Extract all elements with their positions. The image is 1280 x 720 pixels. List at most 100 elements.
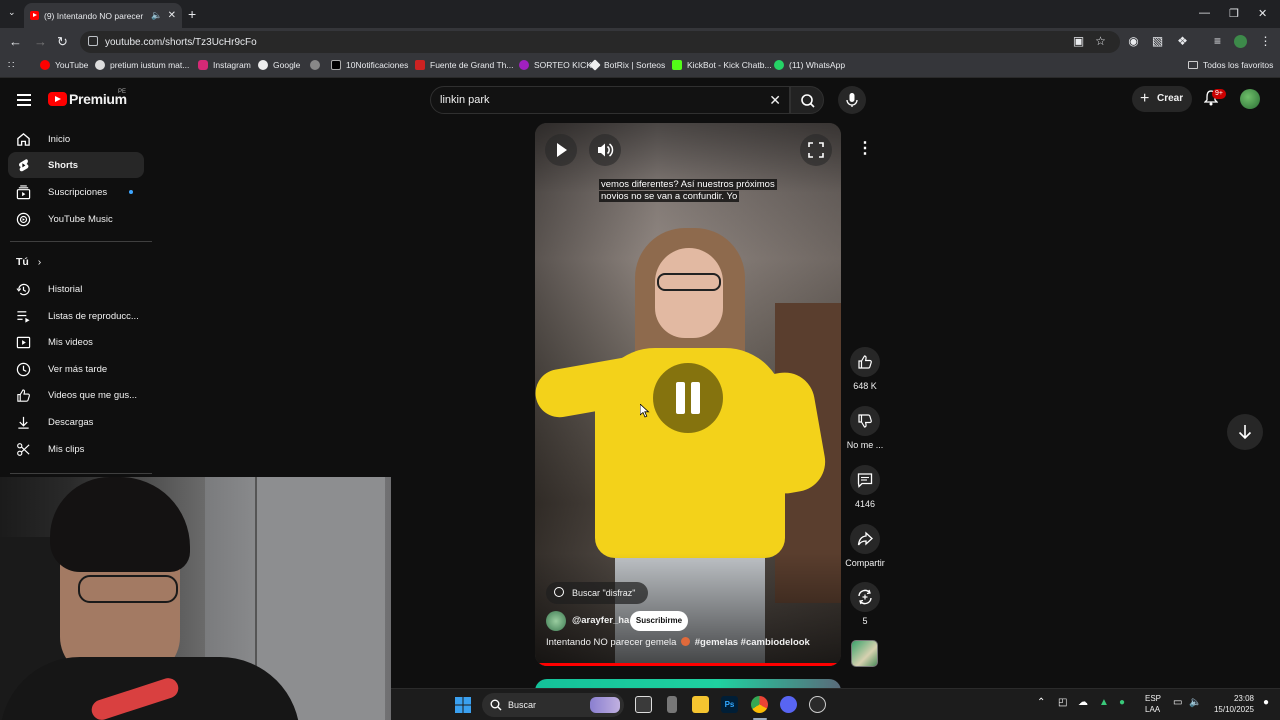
windows-start-icon[interactable] <box>455 697 471 713</box>
bookmark-youtube[interactable]: YouTube <box>40 60 88 70</box>
tray-green-icon[interactable]: ● <box>1119 697 1125 708</box>
photoshop-icon[interactable]: Ps <box>721 696 738 713</box>
all-bookmarks[interactable]: Todos los favoritos <box>1188 60 1273 70</box>
caption-line-1: vemos diferentes? Así nuestros próximos <box>599 179 777 190</box>
more-options-icon[interactable]: ⋮ <box>852 136 878 162</box>
fullscreen-button[interactable] <box>800 134 832 166</box>
speaker-icon[interactable]: 🔈 <box>1189 697 1201 708</box>
browser-tab-active[interactable]: (9) Intentando NO parecer gemela 🔈 ✕ <box>24 3 182 28</box>
tab-search-chevron-icon[interactable]: ⌄ <box>8 7 16 18</box>
sidebar-item-mis-videos[interactable]: Mis videos <box>8 329 144 355</box>
task-view-icon[interactable] <box>635 696 652 713</box>
taskbar-clock[interactable]: 23:08 15/10/2025 <box>1208 693 1254 715</box>
extension-2-icon[interactable]: ▧ <box>1151 35 1164 48</box>
apps-grid-icon[interactable]: ∷ <box>8 60 14 71</box>
reload-icon[interactable]: ↻ <box>57 34 68 50</box>
chrome-icon[interactable] <box>751 696 768 713</box>
voice-search-button[interactable] <box>838 86 866 114</box>
bookmark-globe[interactable] <box>310 60 325 70</box>
caption-line-2: novios no se van a confundir. Yo <box>599 191 740 202</box>
channel-avatar[interactable] <box>546 611 566 631</box>
bookmark-pretium[interactable]: pretium iustum mat... <box>95 60 189 70</box>
chrome-menu-icon[interactable]: ⋮ <box>1259 35 1272 48</box>
sidebar-item-mis-clips[interactable]: Mis clips <box>8 436 144 462</box>
play-button[interactable] <box>545 134 577 166</box>
new-tab-button[interactable]: + <box>188 6 196 22</box>
dislike-button[interactable]: No me ... <box>844 406 886 450</box>
video-hashtags[interactable]: #gemelas #cambiodelook <box>695 637 810 648</box>
comments-button[interactable]: 4146 <box>844 465 886 509</box>
volume-button[interactable] <box>589 134 621 166</box>
forward-icon[interactable]: → <box>34 34 47 49</box>
next-short-button[interactable] <box>1227 414 1263 450</box>
tray-shield-icon[interactable]: ▲ <box>1099 697 1109 708</box>
subscribe-button[interactable]: Suscribirme <box>630 611 688 631</box>
obs-icon[interactable] <box>809 696 826 713</box>
you-section-heading[interactable]: Tú › <box>16 256 41 268</box>
clear-search-icon[interactable]: ✕ <box>769 87 781 113</box>
x-icon <box>331 60 341 70</box>
window-close-icon[interactable]: ✕ <box>1258 7 1267 20</box>
channel-name[interactable]: @arayfer_ha <box>572 615 629 626</box>
search-button[interactable] <box>790 86 824 114</box>
like-button[interactable]: 648 K <box>844 347 886 391</box>
install-app-icon[interactable]: ▣ <box>1072 35 1085 48</box>
restore-icon[interactable]: ❐ <box>1229 7 1239 20</box>
media-controls-icon[interactable]: ≡ <box>1211 35 1224 48</box>
sidebar-item-suscripciones[interactable]: Suscripciones <box>8 179 144 205</box>
bookmark-botrix[interactable]: BotRix | Sorteos <box>589 59 665 71</box>
sidebar-item-historial[interactable]: Historial <box>8 276 144 302</box>
remix-button[interactable]: 5 <box>844 582 886 626</box>
profile-icon[interactable] <box>1234 35 1247 48</box>
bookmark-google[interactable]: Google <box>258 60 300 70</box>
input-language[interactable]: ESP LAA <box>1145 693 1161 715</box>
bookmark-instagram[interactable]: Instagram <box>198 60 251 70</box>
create-button[interactable]: + Crear <box>1132 86 1192 112</box>
sidebar-item-inicio[interactable]: Inicio <box>8 126 144 152</box>
search-suggestion-chip[interactable]: Buscar "disfraz" <box>546 582 648 604</box>
address-bar[interactable]: youtube.com/shorts/Tz3UcHr9cFo <box>80 31 1120 53</box>
shorts-video-player[interactable]: vemos diferentes? Así nuestros próximos … <box>535 123 841 666</box>
video-title[interactable]: Intentando NO parecer gemela #gemelas #c… <box>546 637 836 648</box>
tab-close-icon[interactable]: ✕ <box>168 10 176 21</box>
bookmark-sorteo-kick[interactable]: SORTEO KICK <box>519 60 592 70</box>
video-person-face <box>655 248 723 338</box>
minimize-icon[interactable]: — <box>1199 7 1210 19</box>
tray-app-icon[interactable]: ◰ <box>1058 697 1067 708</box>
search-input[interactable]: linkin park ✕ <box>430 86 790 114</box>
sidebar-item-descargas[interactable]: Descargas <box>8 409 144 435</box>
sidebar-item-youtube-music[interactable]: YouTube Music <box>8 206 144 232</box>
bookmark-star-icon[interactable]: ☆ <box>1094 35 1107 48</box>
sorteo-icon <box>519 60 529 70</box>
bookmark-kickbot[interactable]: KickBot - Kick Chatb... <box>672 60 772 70</box>
sidebar-item-shorts[interactable]: Shorts <box>8 152 144 178</box>
notification-center-icon[interactable]: ● <box>1263 697 1269 708</box>
bookmark-whatsapp[interactable]: (11) WhatsApp <box>774 60 845 70</box>
share-button[interactable]: Compartir <box>844 524 886 568</box>
extension-icon[interactable]: ◉ <box>1127 35 1140 48</box>
sidebar-item-listas[interactable]: Listas de reproducc... <box>8 303 144 329</box>
tray-chevron-up-icon[interactable]: ⌃ <box>1037 697 1045 708</box>
video-progress-bar[interactable] <box>535 663 841 666</box>
bookmark-fuente[interactable]: Fuente de Grand Th... <box>415 60 513 70</box>
emoji-icon <box>681 637 691 646</box>
file-explorer-icon[interactable] <box>692 696 709 713</box>
onedrive-icon[interactable]: ☁ <box>1078 697 1088 708</box>
sidebar-item-ver-mas-tarde[interactable]: Ver más tarde <box>8 356 144 382</box>
bookmark-x-notifications[interactable]: 10Notificaciones <box>331 60 408 70</box>
pause-overlay-icon[interactable] <box>653 363 723 433</box>
site-info-icon[interactable] <box>88 36 98 46</box>
extensions-puzzle-icon[interactable]: ❖ <box>1176 35 1189 48</box>
tab-audio-icon[interactable]: 🔈 <box>151 10 162 21</box>
youtube-logo-icon[interactable] <box>48 92 67 106</box>
app-icon[interactable] <box>667 696 677 713</box>
network-icon[interactable]: ▭ <box>1173 697 1182 708</box>
menu-hamburger-icon[interactable] <box>17 94 31 106</box>
sidebar-item-videos-que-me-gustan[interactable]: Videos que me gus... <box>8 382 144 408</box>
sound-thumbnail[interactable] <box>851 640 878 667</box>
back-icon[interactable]: ← <box>9 34 22 49</box>
account-avatar[interactable] <box>1240 89 1260 109</box>
taskbar-search[interactable]: Buscar <box>482 693 624 717</box>
watch-later-icon <box>16 362 31 377</box>
discord-icon[interactable] <box>780 696 797 713</box>
